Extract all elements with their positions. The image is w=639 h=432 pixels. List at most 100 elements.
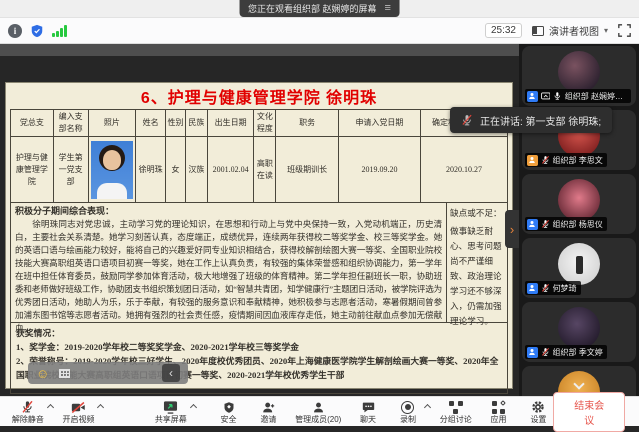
- avatar: [558, 179, 600, 221]
- cell-name: 徐明珠: [136, 137, 166, 203]
- table-header-row: 党总支 编入支部名称 照片 姓名 性别 民族 出生日期 文化程度 职务 申请入党…: [11, 110, 508, 137]
- video-options-chevron[interactable]: [97, 404, 104, 411]
- col-header: 民族: [185, 110, 207, 137]
- apps-button[interactable]: 应用: [484, 400, 514, 424]
- participant-name: 组织部 杨思仪: [553, 219, 603, 230]
- performance-heading: 积极分子期间综合表现：: [15, 205, 442, 218]
- apps-label: 应用: [491, 415, 507, 424]
- meeting-controls-bar: 解除静音 开启视频 共享屏幕 安全: [0, 396, 639, 426]
- muted-mic-icon: [541, 219, 550, 229]
- table-row: 护理与健康管理学院 学生第一党支部 徐明珠 女 汉族 2001.02.04 高职…: [11, 137, 508, 203]
- person-icon: [312, 400, 325, 415]
- breakout-rooms-button[interactable]: 分组讨论: [438, 400, 474, 424]
- cell-apply-date: 2019.09.20: [338, 137, 420, 203]
- watching-banner: 您正在观看组织部 赵娴婷的屏幕 ≡: [239, 0, 400, 17]
- participant-tile[interactable]: 组织部 季文婷: [522, 302, 636, 362]
- weakness-body: 做事缺乏耐心、思考问题尚不严谨细致、政治理论学习还不够深入，仍需加强理论学习。: [450, 224, 504, 329]
- participant-namebar: 组织部 李思文: [525, 153, 607, 167]
- shared-screen-stage: 6、护理与健康管理学院 徐明珠 党总支 编入支部名称 照片 姓名 性别 民族 出…: [0, 44, 519, 396]
- invite-button[interactable]: 邀请: [253, 400, 283, 424]
- view-mode-button[interactable]: 演讲者视图 ▾: [532, 23, 608, 38]
- participant-name: 组织部 李思文: [553, 155, 603, 166]
- participant-tile[interactable]: 何梦琦: [522, 238, 636, 298]
- performance-section: 积极分子期间综合表现： 徐明珠同志对党忠诚，主动学习党的理论知识，在思想和行动上…: [10, 203, 508, 323]
- col-header: 党总支: [11, 110, 54, 137]
- annotation-toolbar[interactable]: ☺ ‹: [28, 362, 188, 384]
- participants-sidebar: 组织部 赵娴婷的... 组织部 李思文: [519, 44, 639, 396]
- settings-label: 设置: [530, 415, 546, 424]
- unmute-label: 解除静音: [12, 415, 44, 424]
- emoji-reaction-icon[interactable]: ☺: [36, 367, 49, 380]
- role-badge-icon: [527, 283, 538, 294]
- start-video-button[interactable]: 开启视频: [61, 400, 97, 424]
- weakness-heading: 缺点或不足：: [450, 206, 504, 220]
- participant-name: 何梦琦: [553, 283, 577, 294]
- camera-off-icon: [71, 400, 86, 415]
- cell-confirm-date: 2020.10.27: [420, 137, 507, 203]
- record-button[interactable]: 录制: [393, 400, 423, 424]
- invite-label: 邀请: [260, 415, 276, 424]
- collapse-toolbar-icon[interactable]: ‹: [162, 364, 180, 382]
- grid-tools-icon[interactable]: [59, 369, 70, 378]
- record-label: 录制: [400, 415, 416, 424]
- person-add-icon: [262, 400, 275, 415]
- cell-photo: [88, 137, 136, 203]
- muted-mic-icon: [21, 400, 34, 415]
- security-shield-icon[interactable]: [30, 24, 44, 38]
- shared-screen-top-strip: [0, 44, 519, 56]
- participant-namebar: 何梦琦: [525, 281, 581, 295]
- meeting-info-icon[interactable]: i: [8, 24, 22, 38]
- share-screen-label: 共享屏幕: [155, 415, 187, 424]
- muted-mic-icon: [541, 347, 550, 357]
- record-options-chevron[interactable]: [424, 404, 431, 411]
- scroll-participants-down-button[interactable]: [566, 378, 592, 394]
- manage-members-button[interactable]: 管理成员(20): [293, 400, 343, 424]
- speaking-toast-text: 正在讲话: 第一支部 徐明珠;: [480, 113, 601, 128]
- muted-mic-icon: [541, 283, 550, 293]
- view-mode-label: 演讲者视图: [549, 23, 599, 38]
- cell-position: 班级期训长: [276, 137, 339, 203]
- id-photo: [91, 141, 133, 199]
- sidebar-collapse-tab[interactable]: ›: [505, 210, 519, 248]
- security-button[interactable]: 安全: [214, 400, 244, 424]
- chat-label: 聊天: [360, 415, 376, 424]
- layout-icon: [532, 26, 544, 36]
- share-options-chevron[interactable]: [190, 404, 197, 411]
- participant-tile[interactable]: 组织部 杨思仪: [522, 174, 636, 234]
- role-badge-icon: [527, 219, 538, 230]
- unmute-button[interactable]: 解除静音: [10, 400, 46, 424]
- settings-button[interactable]: 设置: [523, 400, 553, 424]
- performance-cell: 积极分子期间综合表现： 徐明珠同志对党忠诚，主动学习党的理论知识，在思想和行动上…: [10, 203, 447, 323]
- performance-body: 徐明珠同志对党忠诚，主动学习党的理论知识，在思想和行动上与党中央保持一致，入党动…: [15, 218, 442, 335]
- cell-party-branch: 护理与健康管理学院: [11, 137, 54, 203]
- candidate-info-table: 党总支 编入支部名称 照片 姓名 性别 民族 出生日期 文化程度 职务 申请入党…: [10, 109, 508, 203]
- meeting-timer: 25:32: [485, 23, 522, 38]
- fullscreen-icon[interactable]: [618, 24, 631, 37]
- cell-education: 高职在读: [254, 137, 276, 203]
- cell-birthdate: 2001.02.04: [207, 137, 254, 203]
- weakness-cell: 缺点或不足： 做事缺乏耐心、思考问题尚不严谨细致、政治理论学习还不够深入，仍需加…: [447, 203, 508, 323]
- col-header: 编入支部名称: [53, 110, 88, 137]
- chat-button[interactable]: 聊天: [353, 400, 383, 424]
- security-label: 安全: [221, 415, 237, 424]
- role-badge-icon: [527, 91, 538, 102]
- muted-mic-icon: [541, 155, 550, 165]
- participant-name: 组织部 赵娴婷的...: [565, 91, 627, 102]
- window-titlebar: 您正在观看组织部 赵娴婷的屏幕 ≡: [0, 0, 639, 18]
- participant-namebar: 组织部 赵娴婷的...: [525, 89, 631, 103]
- col-header: 职务: [276, 110, 339, 137]
- breakout-rooms-icon: [449, 400, 463, 415]
- unmute-options-chevron[interactable]: [47, 404, 54, 411]
- col-header: 照片: [88, 110, 136, 137]
- avatar: [558, 51, 600, 93]
- role-badge-icon: [527, 155, 538, 166]
- cell-gender: 女: [166, 137, 186, 203]
- manage-members-label: 管理成员(20): [295, 415, 341, 424]
- document-title: 6、护理与健康管理学院 徐明珠: [6, 83, 512, 109]
- network-signal-icon[interactable]: [52, 25, 67, 37]
- share-screen-button[interactable]: 共享屏幕: [153, 400, 189, 424]
- banner-menu-icon[interactable]: ≡: [385, 3, 391, 14]
- participant-tile[interactable]: 组织部 赵娴婷的...: [522, 46, 636, 106]
- mic-on-icon: [553, 91, 562, 101]
- participant-namebar: 组织部 杨思仪: [525, 217, 607, 231]
